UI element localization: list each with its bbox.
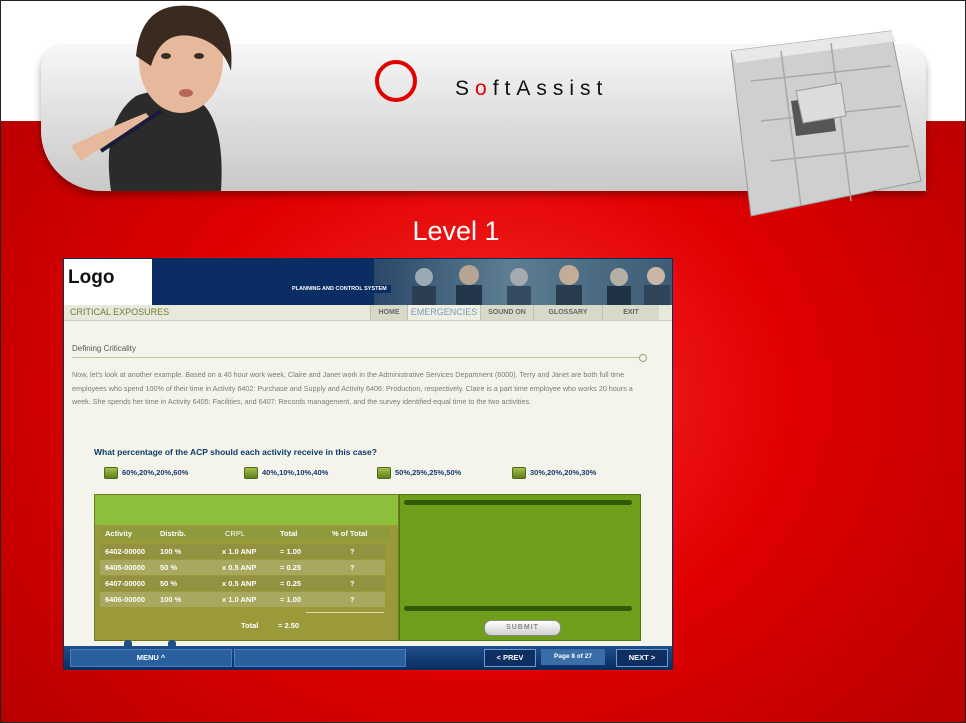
nav-exit[interactable]: EXIT: [602, 305, 659, 320]
table-header: Activity Distrib. CRPL Total % of Total: [100, 527, 390, 540]
page-indicator: Page 8 of 27: [541, 649, 605, 665]
next-button[interactable]: NEXT >: [616, 649, 668, 667]
cell-pct: ?: [350, 595, 355, 604]
softassist-logo-icon: [375, 60, 417, 102]
total-label: Total: [241, 621, 259, 630]
col-activity: Activity: [105, 529, 133, 538]
cell-distrib: 100 %: [160, 595, 182, 604]
cell-total: = 1.00: [280, 547, 302, 556]
cell-total: = 1.00: [280, 595, 302, 604]
cell-pct: ?: [350, 563, 355, 572]
cell-distrib: 50 %: [160, 563, 178, 572]
menu-button[interactable]: MENU ^: [70, 649, 232, 667]
prev-button[interactable]: < PREV: [484, 649, 536, 667]
panel-header: [95, 495, 398, 525]
section-title: CRITICAL EXPOSURES: [70, 307, 170, 317]
option-checkbox[interactable]: [377, 467, 391, 479]
question-text: What percentage of the ACP should each a…: [94, 447, 377, 457]
cell-total: = 0.25: [280, 579, 302, 588]
subtitle-divider-dot: [639, 354, 647, 362]
option-checkbox[interactable]: [244, 467, 258, 479]
total-divider: [306, 612, 384, 613]
cell-distrib: 50 %: [160, 579, 178, 588]
nav-sound-toggle[interactable]: SOUND ON: [480, 305, 533, 320]
cell-pct: ?: [350, 579, 355, 588]
table-row: 6407-00000 50 % x 0.5 ANP = 0.25 ?: [100, 576, 385, 591]
menu-bar-extension: [234, 649, 406, 667]
app-header: Logo PLANNING AND CONTROL SYSTEM: [64, 259, 672, 305]
app-logo: Logo: [68, 267, 115, 288]
puzzle-image: [730, 30, 922, 217]
col-total: Total: [280, 529, 298, 538]
option-label: 40%,10%,10%,40%: [262, 468, 329, 477]
woman-photo: [71, 5, 232, 191]
cell-activity: 6406-00000: [105, 595, 146, 604]
cell-crpl: x 1.0 ANP: [222, 547, 257, 556]
calculation-panel: Activity Distrib. CRPL Total % of Total …: [94, 494, 399, 641]
cell-activity: 6405-00000: [105, 563, 146, 572]
col-crpl: CRPL: [225, 529, 246, 538]
option-checkbox[interactable]: [512, 467, 526, 479]
cell-crpl: x 0.5 ANP: [222, 563, 257, 572]
lesson-subtitle: Defining Criticality: [72, 344, 137, 353]
feedback-top-bar: [404, 500, 632, 505]
subtitle-divider: [72, 357, 642, 358]
feedback-bottom-bar: [404, 606, 632, 611]
table-row: 6406-00000 100 % x 1.0 ANP = 1.00 ?: [100, 592, 385, 607]
cell-pct: ?: [350, 547, 355, 556]
total-value: = 2.50: [278, 621, 300, 630]
option-checkbox[interactable]: [104, 467, 118, 479]
cell-activity: 6402-00000: [105, 547, 146, 556]
app-nav-bar: CRITICAL EXPOSURES HOME EMERGENCIES SOUN…: [64, 305, 672, 321]
app-footer: MENU ^ < PREV Page 8 of 27 NEXT >: [64, 646, 672, 669]
col-pct-total: % of Total: [332, 529, 368, 538]
system-title: PLANNING AND CONTROL SYSTEM: [288, 285, 391, 293]
cell-crpl: x 0.5 ANP: [222, 579, 257, 588]
option-label: 60%,20%,20%,60%: [122, 468, 189, 477]
app-logo-box: Logo: [64, 259, 152, 305]
nav-emergencies[interactable]: EMERGENCIES: [407, 305, 480, 320]
feedback-panel: [399, 494, 641, 641]
submit-button[interactable]: SUBMIT: [484, 620, 561, 636]
table-row: 6405-00000 50 % x 0.5 ANP = 0.25 ?: [100, 560, 385, 575]
table-row: 6402-00000 100 % x 1.0 ANP = 1.00 ?: [100, 544, 385, 559]
nav-glossary[interactable]: GLOSSARY: [533, 305, 602, 320]
option-label: 50%,25%,25%,50%: [395, 468, 462, 477]
option-label: 30%,20%,20%,30%: [530, 468, 597, 477]
brand-name: SoftAssist: [455, 77, 609, 100]
app-window: Logo PLANNING AND CONTROL SYSTEM CRITICA…: [63, 258, 673, 670]
nav-home[interactable]: HOME: [370, 305, 407, 320]
cell-total: = 0.25: [280, 563, 302, 572]
cell-distrib: 100 %: [160, 547, 182, 556]
col-distrib: Distrib.: [160, 529, 186, 538]
cell-activity: 6407-00000: [105, 579, 146, 588]
team-photo: [374, 259, 672, 305]
slide: SoftAssist Level 1 Logo PLANNING AND CON…: [0, 0, 966, 723]
scenario-text: Now, let's look at another example. Base…: [72, 370, 633, 406]
cell-crpl: x 1.0 ANP: [222, 595, 257, 604]
level-title: Level 1: [412, 216, 500, 246]
